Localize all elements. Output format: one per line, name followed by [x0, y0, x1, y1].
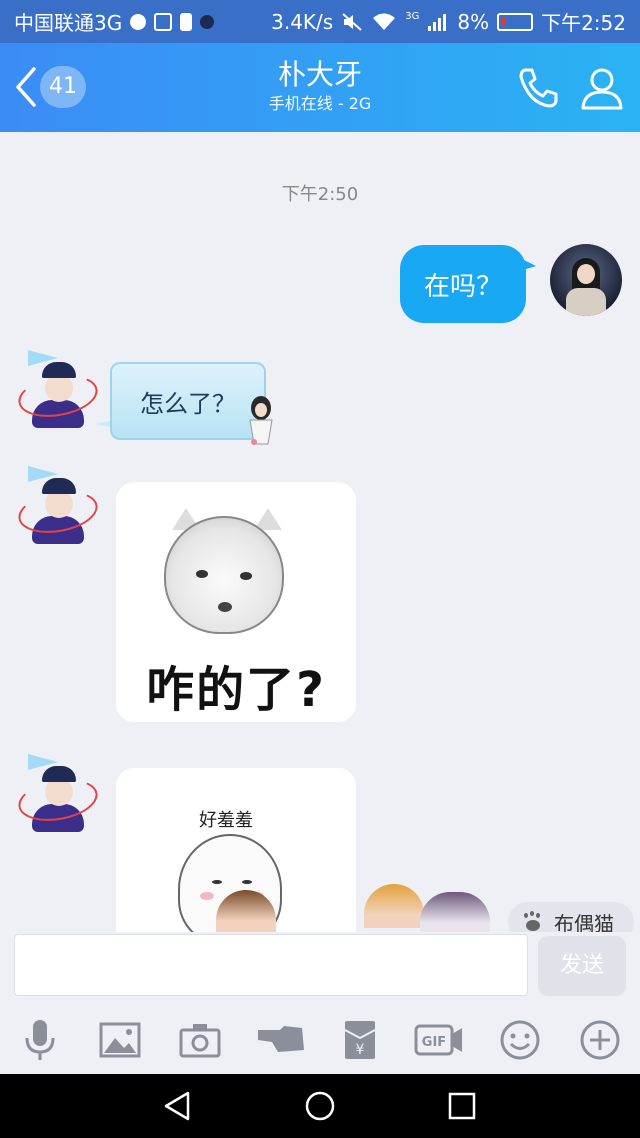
signal-icon	[428, 13, 447, 31]
recents-nav-icon[interactable]	[446, 1090, 478, 1122]
sticker-suggestion-chip[interactable]: 布偶猫	[508, 902, 634, 932]
camera-icon[interactable]	[178, 1018, 222, 1062]
contact-avatar[interactable]	[14, 752, 101, 836]
clock: 下午2:52	[541, 11, 626, 35]
home-nav-icon[interactable]	[304, 1090, 336, 1122]
my-message-bubble[interactable]: 在吗？	[400, 245, 526, 323]
back-nav-icon[interactable]	[162, 1090, 194, 1122]
battery-icon	[497, 12, 534, 31]
phone-icon[interactable]	[515, 65, 561, 111]
suggestion-label: 布偶猫	[554, 911, 614, 933]
peeking-character-decoration	[364, 884, 424, 928]
message-timestamp: 下午2:50	[281, 184, 359, 205]
my-avatar[interactable]	[550, 244, 622, 316]
qq-notification-icon	[130, 13, 147, 30]
unread-count-badge[interactable]: 41	[40, 66, 86, 108]
message-input[interactable]	[14, 934, 528, 996]
sticker-message[interactable]: 咋的了?	[116, 482, 356, 722]
status-bar: 中国联通3G 3.4K/s 3G 8% 下午2:52	[0, 0, 640, 43]
red-packet-icon[interactable]: ¥	[338, 1018, 382, 1062]
paw-icon	[522, 913, 544, 931]
profile-icon[interactable]	[580, 65, 624, 111]
signal-badge: 3G	[405, 11, 420, 22]
sticker-caption: 好羞羞	[199, 810, 253, 831]
plus-icon[interactable]	[578, 1018, 622, 1062]
chat-header: 41 朴大牙 手机在线 - 2G	[0, 43, 640, 132]
wifi-icon	[373, 13, 396, 30]
contact-name: 朴大牙	[277, 58, 362, 91]
contact-status: 手机在线 - 2G	[268, 94, 372, 113]
bubble-girl-decoration	[249, 396, 273, 445]
gif-icon[interactable]: GIF	[414, 1018, 464, 1062]
contact-message-text: 怎么了？	[140, 389, 236, 418]
network-speed: 3.4K/s	[271, 9, 334, 34]
contact-title-block[interactable]: 朴大牙 手机在线 - 2G	[170, 57, 470, 115]
image-icon[interactable]	[98, 1018, 142, 1062]
chat-area[interactable]: 下午2:50 在吗？ 怎么了？ 咋的了? 好羞羞 布偶猫	[0, 132, 640, 932]
red-packet-glyph: ¥	[356, 1042, 365, 1058]
mute-icon	[342, 12, 362, 31]
input-toolbar: ¥ GIF	[0, 1006, 640, 1074]
composer: 发送	[0, 932, 640, 1006]
peeking-cat-decoration	[420, 892, 490, 932]
contact-avatar[interactable]	[14, 348, 101, 432]
contact-message-bubble[interactable]: 怎么了？	[110, 362, 266, 440]
sticker-baby-face	[164, 516, 284, 634]
microphone-icon[interactable]	[18, 1018, 62, 1062]
my-message-text: 在吗？	[423, 271, 502, 302]
browser-notification-icon	[154, 12, 173, 31]
emoji-icon[interactable]	[498, 1018, 542, 1062]
contact-avatar[interactable]	[14, 464, 101, 548]
alert-notification-icon	[180, 12, 193, 31]
sticker-caption: 咋的了?	[146, 662, 326, 718]
system-nav-bar	[0, 1074, 640, 1138]
carrier-label: 中国联通3G	[14, 11, 123, 35]
poke-icon[interactable]	[256, 1018, 306, 1062]
battery-percent: 8%	[457, 9, 490, 34]
back-arrow-icon[interactable]	[12, 65, 40, 109]
tiktok-notification-icon	[200, 14, 215, 29]
send-button[interactable]: 发送	[538, 936, 626, 996]
gif-label: GIF	[422, 1035, 446, 1050]
